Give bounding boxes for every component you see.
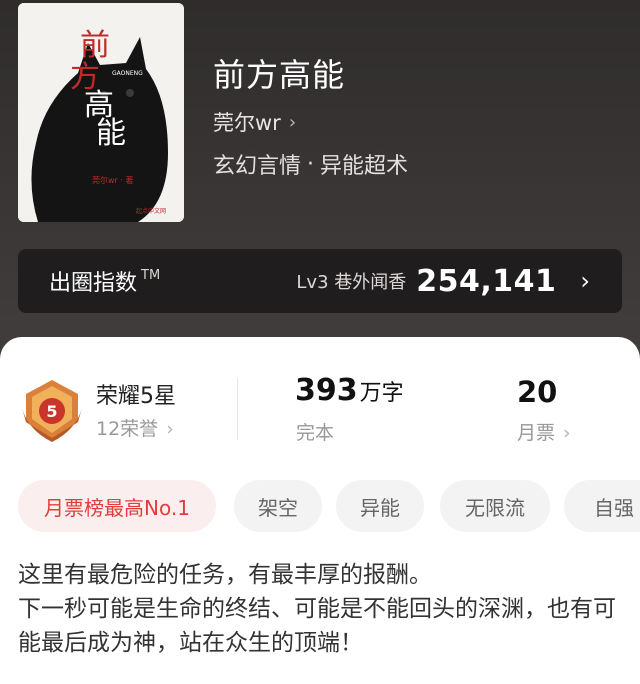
- honor-title: 荣耀5星: [96, 384, 176, 409]
- word-count: 393万字: [295, 373, 404, 408]
- chevron-right-icon: ›: [580, 267, 590, 295]
- honor-count: 12荣誉: [96, 418, 159, 440]
- stat-divider: [237, 378, 238, 440]
- index-right: Lv3 巷外闻香 254,141 ›: [296, 264, 622, 299]
- tag-row: 月票榜最高No.1 架空 异能 无限流 自强: [18, 480, 640, 532]
- cover-author-mark: 莞尔wr · 著: [92, 175, 133, 185]
- cover-pinyin: GAONENG: [112, 70, 143, 77]
- cover-char-1: 前: [80, 28, 110, 63]
- book-title: 前方高能: [213, 56, 346, 94]
- badge-number: 5: [46, 402, 57, 421]
- chevron-right-icon: ›: [288, 111, 297, 133]
- word-count-unit: 万字: [359, 381, 404, 406]
- monthly-votes-link[interactable]: 月票 ›: [517, 418, 571, 445]
- chevron-right-icon: ›: [563, 422, 571, 444]
- tag-rank[interactable]: 月票榜最高No.1: [18, 480, 216, 532]
- monthly-votes-value: 20: [517, 375, 558, 409]
- popularity-index-bar[interactable]: 出圈指数 TM Lv3 巷外闻香 254,141 ›: [18, 249, 622, 313]
- trademark-mark: TM: [141, 267, 161, 283]
- description-line: 下一秒可能是生命的终结、可能是不能回头的深渊，也有可能最后成为神，站在众生的顶端…: [18, 596, 616, 656]
- cover-publisher: 起点中文网: [136, 207, 166, 215]
- author-link[interactable]: 莞尔wr ›: [213, 107, 296, 137]
- index-value: 254,141: [416, 263, 557, 299]
- genre-separator: ·: [307, 151, 315, 177]
- honor-badge-icon[interactable]: 5: [20, 378, 84, 444]
- author-name: 莞尔wr: [213, 111, 281, 135]
- genre-line: 玄幻言情 · 异能超术: [213, 148, 408, 180]
- index-level: Lv3 巷外闻香: [296, 272, 407, 293]
- book-description[interactable]: 这里有最危险的任务，有最丰厚的报酬。 下一秒可能是生命的终结、可能是不能回头的深…: [18, 558, 624, 660]
- completion-status: 完本: [296, 422, 335, 444]
- description-line: 这里有最危险的任务，有最丰厚的报酬。: [18, 562, 432, 588]
- tag-item[interactable]: 自强: [564, 480, 640, 532]
- honor-link[interactable]: 12荣誉 ›: [96, 414, 174, 441]
- index-title: 出圈指数: [49, 271, 138, 296]
- subgenre[interactable]: 异能超术: [320, 148, 408, 180]
- cover-char-4: 能: [96, 116, 126, 151]
- word-count-value: 393: [295, 373, 358, 408]
- monthly-votes-label: 月票: [517, 422, 556, 444]
- chevron-right-icon: ›: [166, 418, 174, 440]
- tag-item[interactable]: 异能: [336, 480, 424, 532]
- tag-item[interactable]: 无限流: [440, 480, 550, 532]
- book-cover[interactable]: 前 方 高 能 GAONENG 莞尔wr · 著 起点中文网: [18, 3, 184, 222]
- genre[interactable]: 玄幻言情: [213, 148, 301, 180]
- book-header: 前 方 高 能 GAONENG 莞尔wr · 著 起点中文网 前方高能 莞尔wr…: [0, 0, 640, 370]
- tag-item[interactable]: 架空: [234, 480, 322, 532]
- cover-art: 前 方 高 能 GAONENG 莞尔wr · 著 起点中文网: [18, 3, 184, 222]
